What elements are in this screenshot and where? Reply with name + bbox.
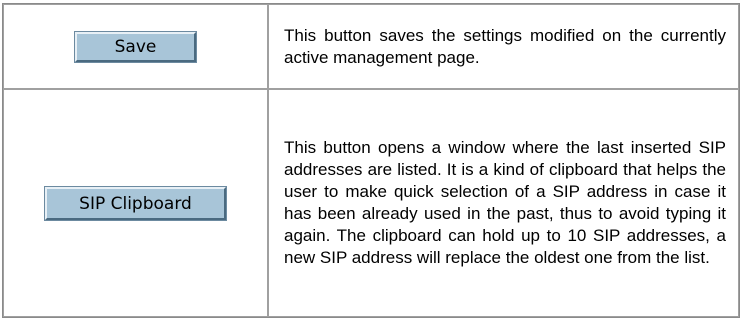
sip-clipboard-button[interactable]: SIP Clipboard xyxy=(44,185,227,221)
table-row-sip-clipboard: SIP Clipboard This button opens a window… xyxy=(3,89,739,317)
button-description-table: Save This button saves the settings modi… xyxy=(2,3,740,318)
button-cell: SIP Clipboard xyxy=(3,89,268,317)
table-row-save: Save This button saves the settings modi… xyxy=(3,4,739,89)
sip-clipboard-description: This button opens a window where the las… xyxy=(268,89,739,317)
save-description: This button saves the settings modified … xyxy=(268,4,739,89)
button-cell: Save xyxy=(3,4,268,89)
save-button[interactable]: Save xyxy=(74,30,197,63)
